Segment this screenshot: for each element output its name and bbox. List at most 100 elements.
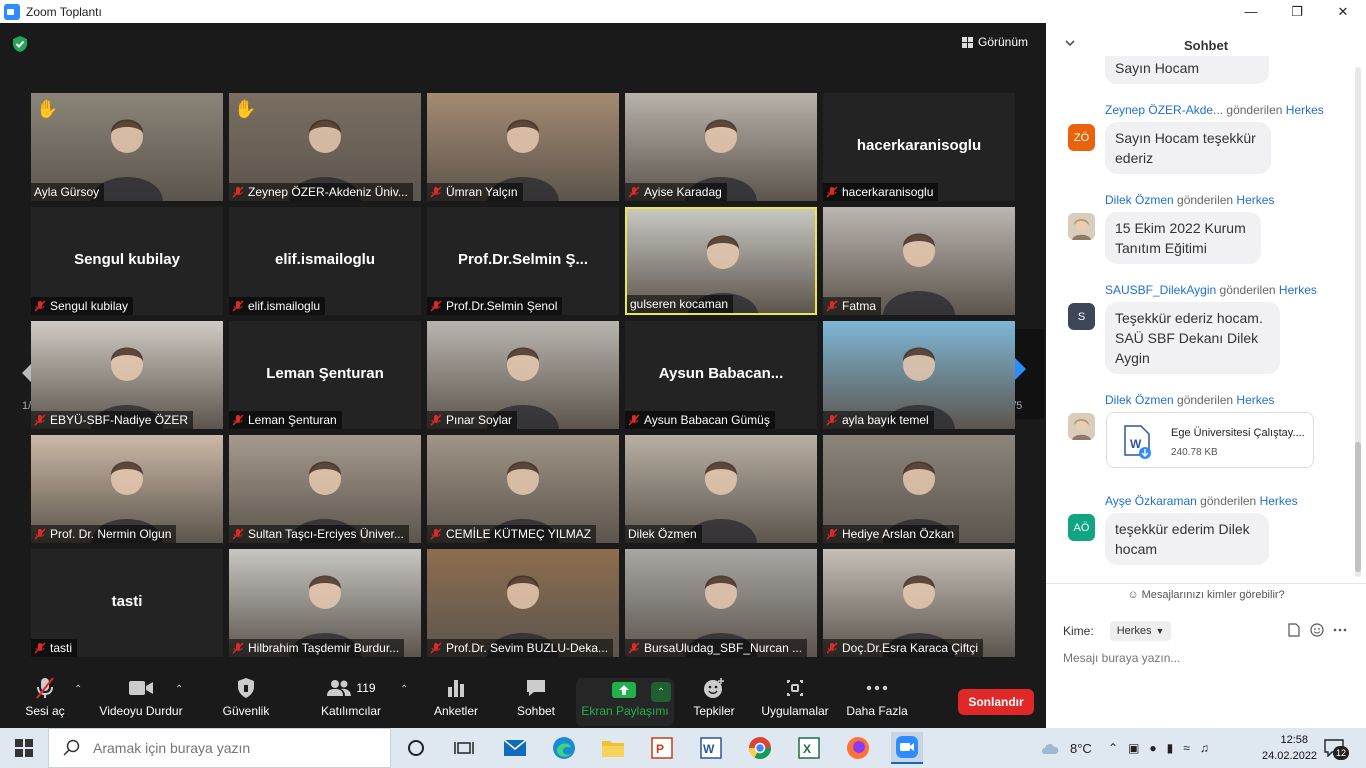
participant-tile[interactable]: Dilek Özmen — [625, 435, 817, 543]
participant-tile[interactable]: tasti tasti — [31, 549, 223, 657]
minimize-button[interactable]: — — [1228, 0, 1274, 23]
chat-scrollbar[interactable] — [1355, 67, 1361, 577]
participants-button[interactable]: 119 Katılımcılar — [318, 676, 384, 726]
chat-sender[interactable]: Dilek Özmen — [1105, 193, 1174, 207]
meet-now-icon[interactable]: ▣ — [1128, 741, 1139, 755]
chat-sender[interactable]: Dilek Özmen — [1105, 393, 1174, 407]
participant-tile[interactable]: ✋ Zeynep ÖZER-Akdeniz Üniv... — [229, 93, 421, 201]
person-icon: ☺ — [1127, 589, 1139, 601]
encryption-shield-icon[interactable] — [11, 35, 29, 53]
participants-caret-icon[interactable]: ⌃ — [400, 684, 408, 695]
participant-tile[interactable]: hacerkaranisoglu hacerkaranisoglu — [823, 93, 1015, 201]
participant-tile[interactable]: Hilbrahim Taşdemir Burdur... — [229, 549, 421, 657]
maximize-button[interactable]: ❐ — [1274, 0, 1320, 23]
chat-recipient[interactable]: Herkes — [1236, 393, 1274, 407]
participant-tile[interactable]: Ümran Yalçın — [427, 93, 619, 201]
chevron-up-icon[interactable]: ⌃ — [1108, 741, 1118, 755]
participant-tile[interactable]: gulseren kocaman — [625, 207, 817, 315]
weather-widget[interactable]: 8°C — [1040, 728, 1092, 768]
chat-sender[interactable]: SAUSBF_DilekAygin — [1105, 283, 1216, 297]
powerpoint-icon[interactable]: P — [646, 732, 678, 764]
who-can-see-link[interactable]: ☺ Mesajlarınızı kimler görebilir? — [1046, 583, 1366, 605]
reactions-button[interactable]: Tepkiler — [690, 676, 738, 726]
participant-tile[interactable]: Sengul kubilay Sengul kubilay — [31, 207, 223, 315]
polls-label: Anketler — [433, 704, 479, 718]
more-options-icon[interactable] — [1333, 623, 1347, 637]
participant-tile[interactable]: Hediye Arslan Özkan — [823, 435, 1015, 543]
wifi-icon[interactable]: ≈ — [1183, 741, 1190, 755]
participant-tile[interactable]: Pınar Soylar — [427, 321, 619, 429]
participant-tile[interactable]: Doç.Dr.Esra Karaca Çiftçi — [823, 549, 1015, 657]
chat-sender[interactable]: Ayşe Özkaraman — [1105, 494, 1197, 508]
window-title: Zoom Toplantı — [26, 4, 102, 19]
participant-tile[interactable]: EBYÜ-SBF-Nadiye ÖZER — [31, 321, 223, 429]
search-input[interactable] — [93, 740, 373, 756]
audio-options-caret-icon[interactable]: ⌃ — [74, 684, 82, 695]
chat-recipient[interactable]: Herkes — [1236, 193, 1274, 207]
participant-name: CEMİLE KÜTMEÇ YILMAZ — [446, 527, 592, 541]
more-button[interactable]: Daha Fazla — [845, 676, 909, 726]
participant-tile[interactable]: elif.ismailoglu elif.ismailoglu — [229, 207, 421, 315]
chrome-icon[interactable] — [744, 732, 776, 764]
recipient-row: Kime: Herkes ▼ — [1063, 621, 1172, 641]
svg-text:P: P — [656, 742, 664, 756]
participant-tile[interactable]: Sultan Taşcı-Erciyes Üniver... — [229, 435, 421, 543]
end-meeting-button[interactable]: Sonlandır — [958, 689, 1034, 715]
notification-center[interactable]: 12 — [1324, 739, 1349, 760]
edge-browser-icon[interactable] — [548, 732, 580, 764]
excel-icon[interactable]: X — [793, 732, 825, 764]
chat-recipient[interactable]: Herkes — [1260, 494, 1298, 508]
zoom-taskbar-icon[interactable] — [891, 732, 923, 764]
mail-icon[interactable] — [499, 732, 531, 764]
participant-name-label: Ümran Yalçın — [427, 183, 523, 201]
reactions-label: Tepkiler — [693, 704, 735, 718]
participant-tile[interactable]: BursaUludag_SBF_Nurcan ... — [625, 549, 817, 657]
task-view-icon[interactable] — [448, 732, 480, 764]
word-icon[interactable]: W — [695, 732, 727, 764]
partial-message-text: Sayın Hocam — [1115, 60, 1200, 76]
chat-button[interactable]: Sohbet — [512, 676, 560, 726]
chat-sender[interactable]: Zeynep ÖZER-Akde... — [1105, 103, 1223, 117]
participant-name-label: BursaUludag_SBF_Nurcan ... — [625, 639, 808, 657]
file-explorer-icon[interactable] — [597, 732, 629, 764]
file-icon[interactable] — [1288, 623, 1300, 637]
chat-recipient[interactable]: Herkes — [1286, 103, 1324, 117]
polls-button[interactable]: Anketler — [430, 676, 482, 726]
emoji-icon[interactable] — [1310, 623, 1324, 637]
battery-icon[interactable]: ▮ — [1167, 741, 1174, 755]
participant-tile[interactable]: Leman Şenturan Leman Şenturan — [229, 321, 421, 429]
participant-tile[interactable]: Aysun Babacan... Aysun Babacan Gümüş — [625, 321, 817, 429]
system-clock[interactable]: 12:58 24.02.2022 — [1262, 732, 1317, 764]
share-options-caret-icon[interactable]: ⌃ — [651, 682, 671, 702]
chat-recipient[interactable]: Herkes — [1279, 283, 1317, 297]
participant-tile[interactable]: Fatma — [823, 207, 1015, 315]
file-attachment[interactable]: W Ege Üniversitesi Çalıştay.... 240.78 K… — [1106, 412, 1314, 468]
participant-tile[interactable]: Prof.Dr. Sevim BUZLU-Deka... — [427, 549, 619, 657]
apps-button[interactable]: Uygulamalar — [760, 676, 830, 726]
reactions-smiley-icon — [704, 678, 724, 698]
participant-tile[interactable]: ayla bayık temel — [823, 321, 1015, 429]
security-button[interactable]: Güvenlik — [220, 676, 272, 726]
recipient-dropdown[interactable]: Herkes ▼ — [1109, 621, 1172, 641]
close-button[interactable]: ✕ — [1320, 0, 1366, 23]
participant-tile[interactable]: CEMİLE KÜTMEÇ YILMAZ — [427, 435, 619, 543]
chat-message-input[interactable] — [1063, 649, 1343, 667]
volume-icon[interactable]: ♫ — [1200, 741, 1209, 755]
stop-video-button[interactable]: Videoyu Durdur — [96, 676, 186, 726]
cortana-icon[interactable] — [400, 732, 432, 764]
avatar-photo-icon — [1068, 413, 1095, 440]
view-button[interactable]: Görünüm — [956, 31, 1035, 53]
participant-display-name: Aysun Babacan... — [658, 365, 784, 382]
taskbar-search[interactable] — [48, 728, 391, 768]
participant-name: Doç.Dr.Esra Karaca Çiftçi — [842, 641, 979, 655]
microphone-icon[interactable]: ● — [1149, 741, 1156, 755]
unmute-button[interactable]: Sesi aç — [22, 676, 68, 726]
participant-tile[interactable]: ✋ Ayla Gürsoy — [31, 93, 223, 201]
participant-tile[interactable]: Prof.Dr.Selmin Ş... Prof.Dr.Selmin Şenol — [427, 207, 619, 315]
participant-tile[interactable]: Ayise Karadag — [625, 93, 817, 201]
participant-tile[interactable]: Prof. Dr. Nermin Olgun — [31, 435, 223, 543]
video-options-caret-icon[interactable]: ⌃ — [175, 684, 183, 695]
start-button[interactable] — [0, 728, 48, 768]
scrollbar-thumb[interactable] — [1355, 442, 1361, 572]
firefox-icon[interactable] — [842, 732, 874, 764]
